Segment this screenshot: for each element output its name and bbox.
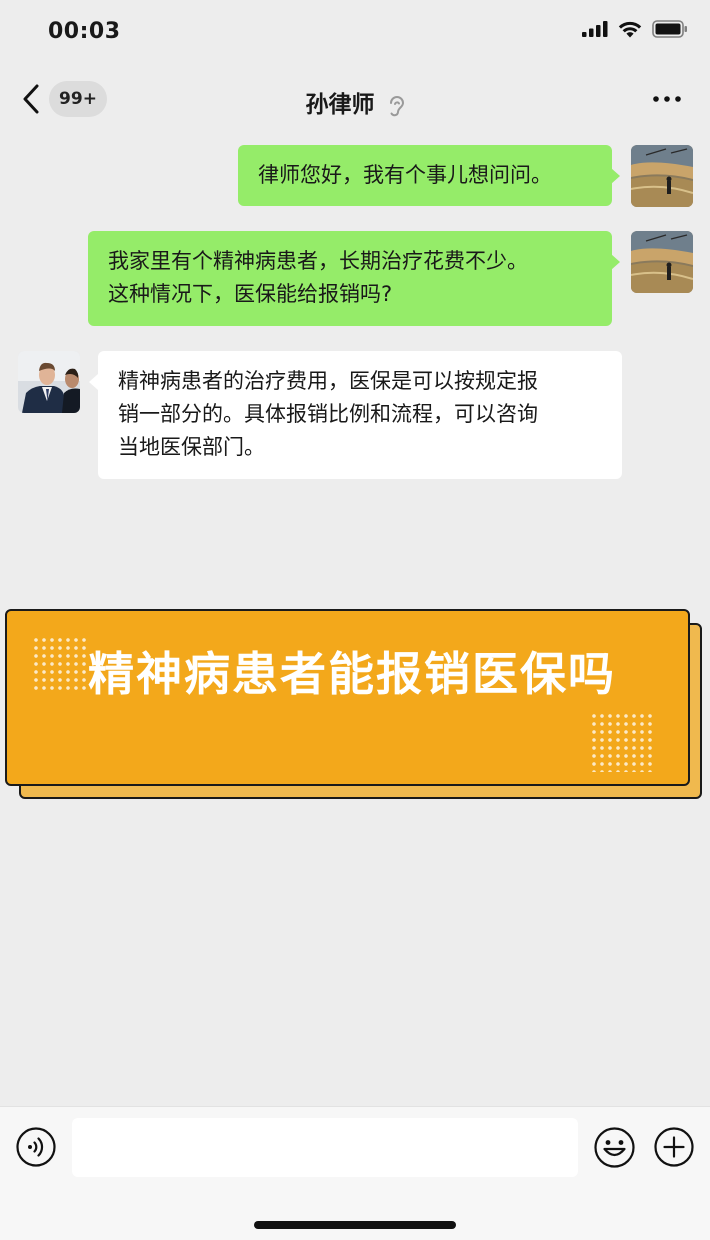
message-bubble-lawyer[interactable]: 精神病患者的治疗费用，医保是可以按规定报 销一部分的。具体报销比例和流程，可以咨…	[98, 351, 622, 479]
status-bar: 00:03	[0, 0, 710, 66]
input-bar	[0, 1106, 710, 1240]
bubble-tail	[611, 254, 620, 270]
banner-dot-pattern	[590, 712, 652, 772]
my-avatar[interactable]	[631, 231, 693, 293]
my-avatar[interactable]	[631, 145, 693, 207]
banner-dot-pattern	[32, 636, 88, 694]
message-line: 销一部分的。具体报销比例和流程，可以咨询	[118, 402, 538, 426]
status-icons	[582, 20, 688, 38]
chat-header: 99+ 孙律师	[0, 66, 710, 132]
message-bubble-me[interactable]: 我家里有个精神病患者，长期治疗花费不少。 这种情况下，医保能给报销吗?	[88, 231, 612, 326]
more-dots-icon[interactable]	[652, 88, 682, 110]
bubble-tail	[89, 374, 98, 390]
wifi-icon	[618, 21, 642, 37]
emoji-icon[interactable]	[594, 1127, 635, 1168]
lawyer-avatar[interactable]	[18, 351, 80, 413]
chat-title: 孙律师	[305, 92, 375, 118]
voice-icon[interactable]	[16, 1127, 56, 1167]
chat-title-group[interactable]: 孙律师	[0, 85, 710, 119]
message-text: 律师您好，我有个事儿想问问。	[258, 163, 552, 187]
message-line: 我家里有个精神病患者，长期治疗花费不少。	[108, 249, 528, 273]
bubble-tail	[611, 168, 620, 184]
banner-title: 精神病患者能报销医保吗	[88, 647, 616, 701]
message-input[interactable]	[72, 1118, 578, 1177]
hearing-icon	[389, 95, 404, 116]
battery-icon	[652, 20, 687, 38]
status-time: 00:03	[48, 19, 121, 44]
message-bubble-me[interactable]: 律师您好，我有个事儿想问问。	[238, 145, 612, 206]
message-line: 当地医保部门。	[118, 435, 265, 459]
plus-icon[interactable]	[654, 1127, 694, 1167]
home-indicator	[254, 1221, 456, 1229]
message-line: 这种情况下，医保能给报销吗?	[108, 282, 393, 306]
signal-icon	[582, 21, 608, 37]
message-line: 精神病患者的治疗费用，医保是可以按规定报	[118, 369, 538, 393]
